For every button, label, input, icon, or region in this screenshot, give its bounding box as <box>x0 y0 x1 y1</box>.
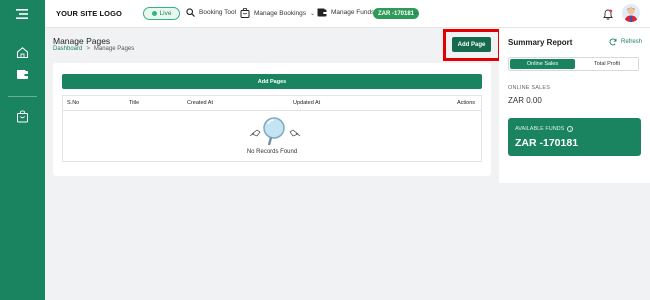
nav-label: Manage Bookings <box>254 9 307 17</box>
empty-state-magnifier-icon <box>245 116 305 146</box>
bag-icon <box>17 110 28 123</box>
summary-tabs: Online Sales Total Profit <box>508 57 639 71</box>
table-header: S.No Title Created At Updated At Actions <box>63 96 481 111</box>
available-funds-card: AVAILABLE FUNDS i ZAR -170181 <box>508 118 641 156</box>
sidebar-divider <box>8 96 37 97</box>
tab-online-sales[interactable]: Online Sales <box>510 59 575 69</box>
user-avatar[interactable] <box>622 4 640 22</box>
breadcrumb-current: Manage Pages <box>93 46 135 52</box>
breadcrumb: Dashboard > Manage Pages <box>53 46 134 52</box>
column-header-sno[interactable]: S.No <box>67 100 79 106</box>
breadcrumb-dashboard-link[interactable]: Dashboard <box>53 46 82 52</box>
menu-icon <box>16 9 28 19</box>
nav-label: Manage Funds <box>331 9 375 16</box>
sidebar <box>0 28 45 300</box>
online-sales-value: ZAR 0.00 <box>508 96 542 105</box>
live-status-toggle[interactable]: Live <box>143 7 180 20</box>
available-funds-label-row: AVAILABLE FUNDS i <box>515 126 574 132</box>
available-funds-value: ZAR -170181 <box>515 137 579 149</box>
info-icon[interactable]: i <box>567 126 574 132</box>
breadcrumb-separator: > <box>86 46 90 52</box>
nav-label: Booking Tool <box>199 9 237 16</box>
column-header-created-at[interactable]: Created At <box>187 100 213 106</box>
summary-title: Summary Report <box>508 38 573 47</box>
summary-panel: Summary Report Refresh Online Sales Tota… <box>499 28 650 183</box>
home-icon <box>16 47 29 59</box>
refresh-icon <box>609 38 617 46</box>
column-header-title[interactable]: Title <box>129 100 139 106</box>
sidebar-item-home[interactable] <box>16 46 29 59</box>
refresh-button[interactable]: Refresh <box>609 38 642 46</box>
empty-state-text: No Records Found <box>246 149 298 155</box>
top-bar: YOUR SITE LOGO Live Booking Tool Manage … <box>0 0 650 28</box>
column-header-updated-at[interactable]: Updated At <box>293 100 320 106</box>
nav-booking-tool[interactable]: Booking Tool <box>186 8 236 17</box>
sidebar-item-wallet[interactable] <box>16 68 29 81</box>
nav-manage-bookings[interactable]: Manage Bookings ⌄ <box>240 8 315 18</box>
column-header-actions[interactable]: Actions <box>457 100 475 106</box>
add-pages-bar-button[interactable]: Add Pages <box>62 74 482 89</box>
nav-manage-funds[interactable]: Manage Funds <box>317 8 374 17</box>
available-funds-label: AVAILABLE FUNDS <box>515 126 565 132</box>
online-sales-label: ONLINE SALES <box>508 85 551 91</box>
sidebar-item-bookings[interactable] <box>16 110 29 123</box>
pages-table: S.No Title Created At Updated At Actions… <box>62 95 482 162</box>
tab-total-profit[interactable]: Total Profit <box>576 59 638 69</box>
refresh-label: Refresh <box>621 39 643 45</box>
chevron-down-icon: ⌄ <box>310 10 316 17</box>
chevron-down-icon[interactable]: ⌄ <box>413 8 418 16</box>
wallet-icon <box>317 8 327 17</box>
search-icon <box>186 8 195 17</box>
site-logo[interactable]: YOUR SITE LOGO <box>56 9 122 18</box>
menu-toggle-button[interactable] <box>0 0 45 28</box>
bell-icon[interactable] <box>603 7 613 25</box>
page-title: Manage Pages <box>53 36 111 46</box>
live-dot-icon <box>151 11 157 16</box>
bag-icon <box>240 8 250 18</box>
add-page-button[interactable]: Add Page <box>452 37 491 52</box>
live-label: Live <box>159 10 172 17</box>
avatar-icon <box>622 4 640 22</box>
wallet-icon <box>17 70 28 79</box>
